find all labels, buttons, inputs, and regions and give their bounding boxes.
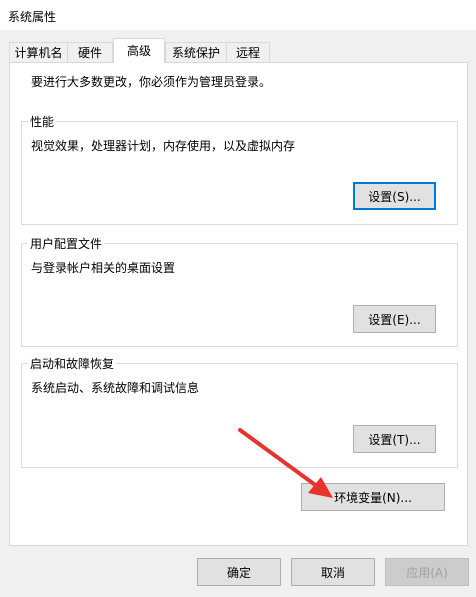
tab-computer-name[interactable]: 计算机名 — [9, 42, 68, 62]
tab-strip: 计算机名 硬件 高级 系统保护 远程 — [0, 38, 476, 63]
performance-group: 性能 视觉效果，处理器计划，内存使用，以及虚拟内存 设置(S)... — [21, 113, 458, 225]
admin-note: 要进行大多数更改，你必须作为管理员登录。 — [31, 75, 272, 89]
tab-advanced[interactable]: 高级 — [113, 38, 165, 63]
startup-recovery-title: 启动和故障恢复 — [28, 355, 117, 372]
tab-remote[interactable]: 远程 — [226, 42, 270, 62]
window-title: 系统属性 — [8, 10, 57, 24]
user-profiles-description: 与登录帐户相关的桌面设置 — [31, 261, 176, 275]
ok-button[interactable]: 确定 — [197, 558, 281, 586]
performance-title: 性能 — [28, 113, 57, 130]
environment-variables-button[interactable]: 环境变量(N)... — [301, 483, 445, 511]
user-profiles-title: 用户配置文件 — [28, 235, 105, 252]
tab-system-protection[interactable]: 系统保护 — [165, 42, 227, 62]
cancel-button[interactable]: 取消 — [291, 558, 375, 586]
startup-recovery-settings-button[interactable]: 设置(T)... — [353, 425, 436, 453]
title-bar: 系统属性 — [0, 0, 476, 30]
user-profiles-settings-button[interactable]: 设置(E)... — [353, 305, 436, 333]
startup-recovery-group: 启动和故障恢复 系统启动、系统故障和调试信息 设置(T)... — [21, 355, 458, 468]
user-profiles-group: 用户配置文件 与登录帐户相关的桌面设置 设置(E)... — [21, 235, 458, 347]
performance-settings-button[interactable]: 设置(S)... — [353, 182, 436, 210]
advanced-tab-panel: 要进行大多数更改，你必须作为管理员登录。 性能 视觉效果，处理器计划，内存使用，… — [9, 62, 468, 546]
tab-hardware[interactable]: 硬件 — [67, 42, 113, 62]
apply-button[interactable]: 应用(A) — [385, 558, 469, 586]
startup-recovery-description: 系统启动、系统故障和调试信息 — [31, 381, 200, 395]
performance-description: 视觉效果，处理器计划，内存使用，以及虚拟内存 — [31, 139, 296, 153]
